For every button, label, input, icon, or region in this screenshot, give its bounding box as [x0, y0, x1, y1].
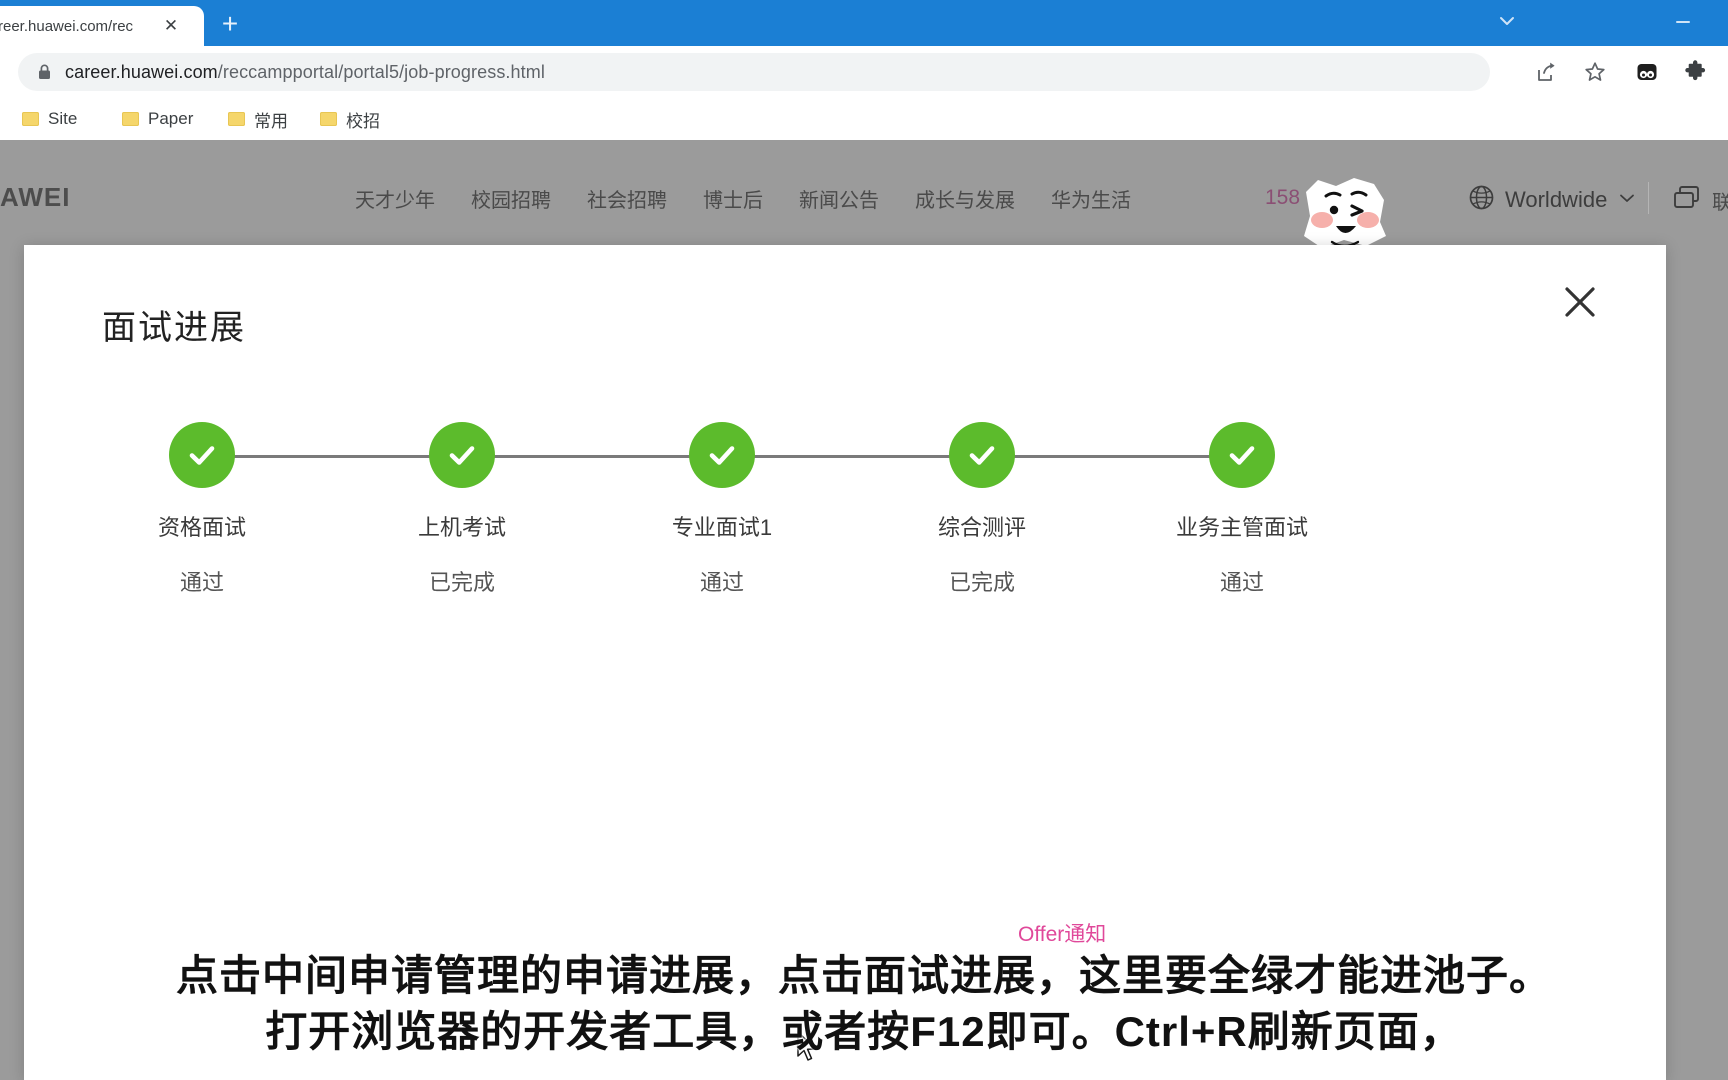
folder-icon: [22, 112, 39, 126]
globe-icon: [1468, 184, 1495, 216]
bookmarks-bar: Site Paper 常用 校招: [0, 98, 1728, 140]
page-viewport: AWEI 天才少年 校园招聘 社会招聘 博士后 新闻公告 成长与发展 华为生活 …: [0, 140, 1728, 1080]
folder-icon: [320, 112, 337, 126]
region-label: Worldwide: [1505, 187, 1608, 212]
chevron-down-icon[interactable]: [1486, 4, 1528, 38]
nav-tail-label[interactable]: 联: [1712, 186, 1728, 215]
step-status: 通过: [699, 570, 744, 595]
site-navigation: AWEI 天才少年 校园招聘 社会招聘 博士后 新闻公告 成长与发展 华为生活 …: [0, 152, 1728, 248]
bookmark-label: Paper: [148, 109, 194, 128]
nav-item-social[interactable]: 社会招聘: [587, 184, 667, 213]
check-icon[interactable]: [429, 422, 495, 488]
check-icon[interactable]: [169, 422, 235, 488]
browser-tab[interactable]: reer.huawei.com/rec ✕: [0, 6, 204, 46]
nav-item-talent[interactable]: 天才少年: [355, 184, 435, 213]
bookmark-item[interactable]: Site: [22, 103, 77, 135]
star-glyph: [1585, 62, 1605, 81]
new-tab-button[interactable]: +: [212, 8, 248, 42]
lock-glyph: [39, 64, 50, 79]
page-title: 面试进展: [102, 309, 246, 347]
check-glyph: [1229, 446, 1255, 465]
nav-items: 天才少年 校园招聘 社会招聘 博士后 新闻公告 成长与发展 华为生活: [355, 184, 1131, 213]
close-icon[interactable]: [1560, 282, 1600, 322]
nav-divider: [1648, 182, 1649, 214]
check-icon[interactable]: [689, 422, 755, 488]
check-icon[interactable]: [1209, 422, 1275, 488]
sticker-glyph: [1304, 178, 1386, 248]
tab-strip: reer.huawei.com/rec ✕ +: [0, 0, 1728, 46]
folder-icon: [122, 112, 139, 126]
interview-stepper: 资格面试 通过 上机考试 已完成 专业面试1 通过 综合测评 已完成 业务主管面…: [102, 410, 1308, 610]
step-item[interactable]: 上机考试 已完成: [362, 410, 562, 597]
nav-item-campus[interactable]: 校园招聘: [471, 184, 551, 213]
step-label: 综合测评: [937, 515, 1026, 540]
step-item[interactable]: 业务主管面试 通过: [1142, 410, 1342, 597]
url-text: career.huawei.com/reccampportal/portal5/…: [65, 62, 545, 83]
step-item[interactable]: 专业面试1 通过: [622, 410, 822, 597]
bookmark-item[interactable]: 校招: [320, 103, 380, 135]
extension-eyes-glyph: [1637, 64, 1657, 80]
globe-glyph: [1469, 185, 1494, 210]
puzzle-glyph: [1685, 60, 1706, 81]
nav-item-postdoc[interactable]: 博士后: [703, 184, 763, 213]
bookmark-label: 常用: [254, 111, 288, 131]
bookmark-item[interactable]: Paper: [122, 103, 193, 135]
check-glyph: [449, 446, 475, 465]
offer-note-text: Offer通知: [1018, 923, 1107, 946]
bookmark-label: Site: [48, 109, 78, 128]
nav-item-news[interactable]: 新闻公告: [799, 184, 879, 213]
chevron-down-glyph: [1500, 17, 1514, 25]
chat-bubbles-icon[interactable]: [1672, 184, 1702, 219]
close-icon[interactable]: ✕: [162, 16, 180, 35]
check-glyph: [189, 446, 215, 465]
check-glyph: [969, 446, 995, 465]
folder-icon: [228, 112, 245, 126]
tab-title: reer.huawei.com/rec: [0, 17, 134, 35]
subtitle-overlay: 点击中间申请管理的申请进展，点击面试进展，这里要全绿才能进池子。 打开浏览器的开…: [0, 950, 1728, 1080]
chevron-down-icon: [1617, 188, 1637, 213]
url-path: /reccampportal/portal5/job-progress.html: [217, 61, 545, 82]
minimize-icon[interactable]: [1662, 4, 1704, 38]
puzzle-icon[interactable]: [1678, 56, 1712, 88]
bookmark-item[interactable]: 常用: [228, 103, 288, 135]
step-label: 专业面试1: [671, 515, 773, 540]
minimize-glyph: [1676, 21, 1690, 23]
step-label: 上机考试: [417, 515, 506, 540]
chat-bubbles-glyph: [1674, 186, 1699, 208]
step-item[interactable]: 综合测评 已完成: [882, 410, 1082, 597]
star-icon[interactable]: [1578, 56, 1612, 88]
lock-icon: [36, 63, 53, 81]
share-icon[interactable]: [1530, 56, 1564, 88]
subtitle-line-1: 点击中间申请管理的申请进展，点击面试进展，这里要全绿才能进池子。: [175, 952, 1552, 999]
close-glyph: [1565, 287, 1595, 317]
chevron-down-glyph: [1620, 194, 1635, 202]
nav-item-life[interactable]: 华为生活: [1051, 184, 1131, 213]
url-host: career.huawei.com: [65, 61, 218, 82]
browser-chrome: reer.huawei.com/rec ✕ + career.huawei.co…: [0, 0, 1728, 140]
step-status: 已完成: [428, 570, 495, 595]
check-icon[interactable]: [949, 422, 1015, 488]
subtitle-line-2: 打开浏览器的开发者工具，或者按F12即可。Ctrl+R刷新页面，: [265, 1008, 1463, 1055]
bookmark-label: 校招: [346, 111, 380, 131]
step-status: 通过: [1219, 570, 1264, 595]
browser-toolbar: career.huawei.com/reccampportal/portal5/…: [0, 46, 1728, 98]
step-label: 资格面试: [157, 515, 246, 540]
winking-face-sticker: [1292, 174, 1396, 252]
step-status: 通过: [179, 570, 224, 595]
address-bar[interactable]: career.huawei.com/reccampportal/portal5/…: [18, 53, 1490, 91]
step-status: 已完成: [948, 570, 1015, 595]
share-glyph: [1538, 62, 1555, 81]
huawei-logo[interactable]: AWEI: [0, 182, 70, 213]
extension-eyes-icon[interactable]: [1630, 56, 1664, 88]
step-item[interactable]: 资格面试 通过: [102, 410, 302, 597]
step-label: 业务主管面试: [1175, 515, 1308, 540]
nav-item-growth[interactable]: 成长与发展: [915, 184, 1015, 213]
check-glyph: [709, 446, 735, 465]
region-selector[interactable]: Worldwide: [1468, 184, 1637, 216]
